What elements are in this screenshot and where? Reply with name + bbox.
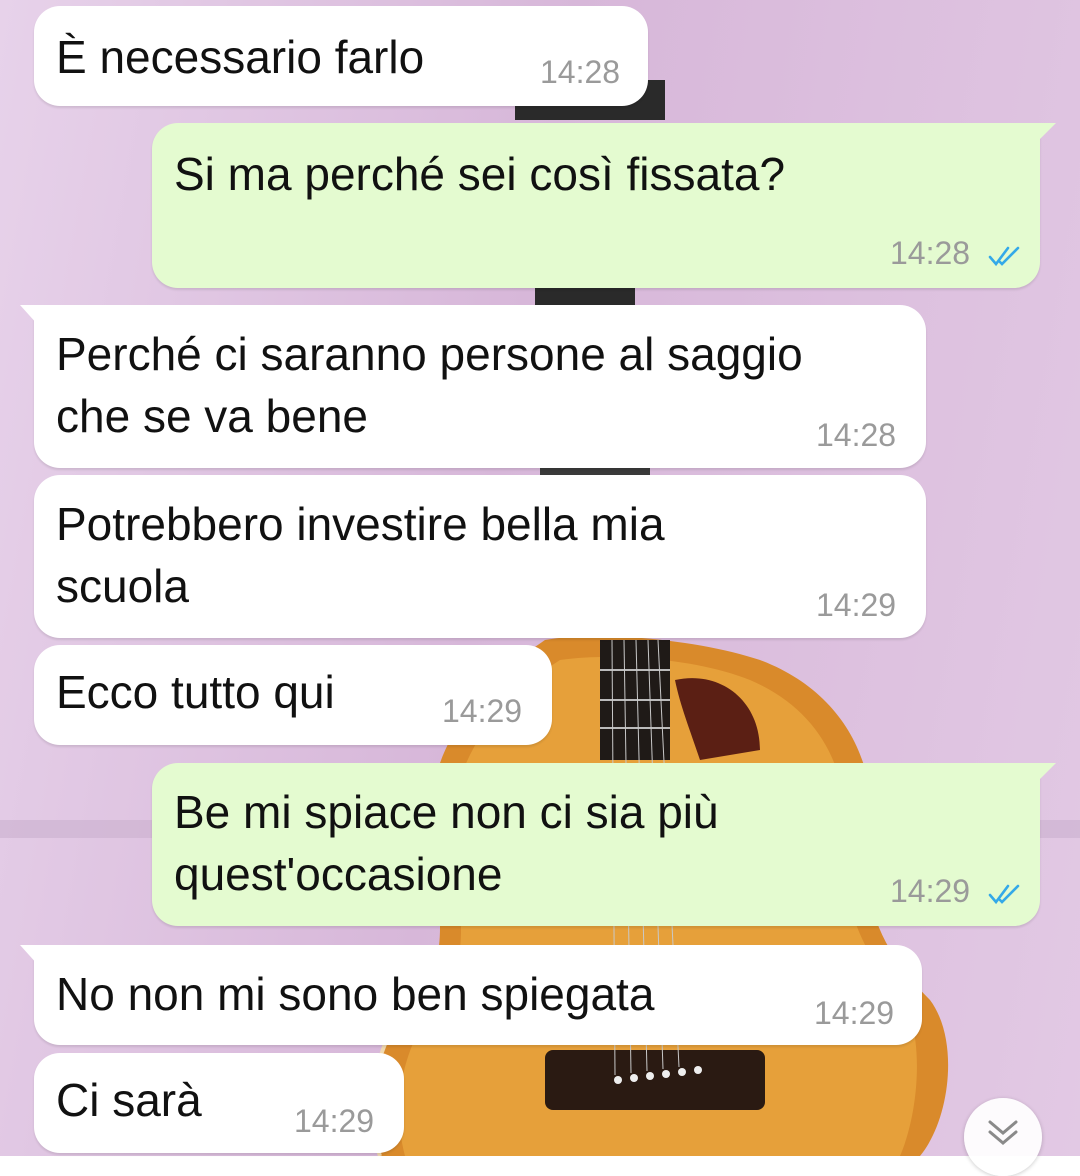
bubble-tail <box>20 305 38 325</box>
message-timestamp: 14:28 <box>540 54 621 90</box>
message-text: Si ma perché sei così fissata? <box>174 148 786 200</box>
message-text: Potrebbero investire bella mia scuola <box>56 498 665 612</box>
message-text: Ecco tutto qui <box>56 666 335 718</box>
message-bubble-incoming[interactable]: Ci sarà 14:29 <box>34 1053 404 1153</box>
message-bubble-outgoing[interactable]: Be mi spiace non ci sia più quest'occasi… <box>152 763 1056 926</box>
message-timestamp: 14:29 <box>814 995 895 1031</box>
message-text: Ci sarà <box>56 1074 202 1126</box>
message-timestamp: 14:29 <box>294 1103 375 1139</box>
bubble-tail <box>1036 763 1056 783</box>
chat-message-list[interactable]: È necessario farlo 14:28 Si ma perché se… <box>0 0 1080 1156</box>
message-text: Be mi spiace non ci sia più quest'occasi… <box>174 786 719 900</box>
double-check-icon <box>988 246 1020 267</box>
message-timestamp: 14:29 <box>890 873 971 909</box>
message-bubble-incoming[interactable]: Perché ci saranno persone al saggio che … <box>20 305 926 468</box>
bubble-tail <box>1036 123 1056 143</box>
message-bubble-incoming[interactable]: È necessario farlo 14:28 <box>34 6 648 106</box>
message-text: È necessario farlo <box>56 31 425 83</box>
bubble-tail <box>20 945 38 965</box>
message-timestamp: 14:28 <box>890 235 971 271</box>
message-text: No non mi sono ben spiegata <box>56 968 655 1020</box>
message-timestamp: 14:29 <box>816 587 897 623</box>
message-timestamp: 14:28 <box>816 417 897 453</box>
double-check-icon <box>988 884 1020 905</box>
message-bubble-incoming[interactable]: Ecco tutto qui 14:29 <box>34 645 552 745</box>
message-text: Perché ci saranno persone al saggio che … <box>56 328 803 442</box>
scroll-to-bottom-button[interactable] <box>964 1098 1042 1176</box>
message-bubble-incoming[interactable]: No non mi sono ben spiegata 14:29 <box>20 945 922 1045</box>
chevron-double-down-icon <box>988 1120 1018 1145</box>
message-bubble-incoming[interactable]: Potrebbero investire bella mia scuola 14… <box>34 475 926 638</box>
message-bubble-outgoing[interactable]: Si ma perché sei così fissata? 14:28 <box>152 123 1056 288</box>
message-timestamp: 14:29 <box>442 693 523 729</box>
